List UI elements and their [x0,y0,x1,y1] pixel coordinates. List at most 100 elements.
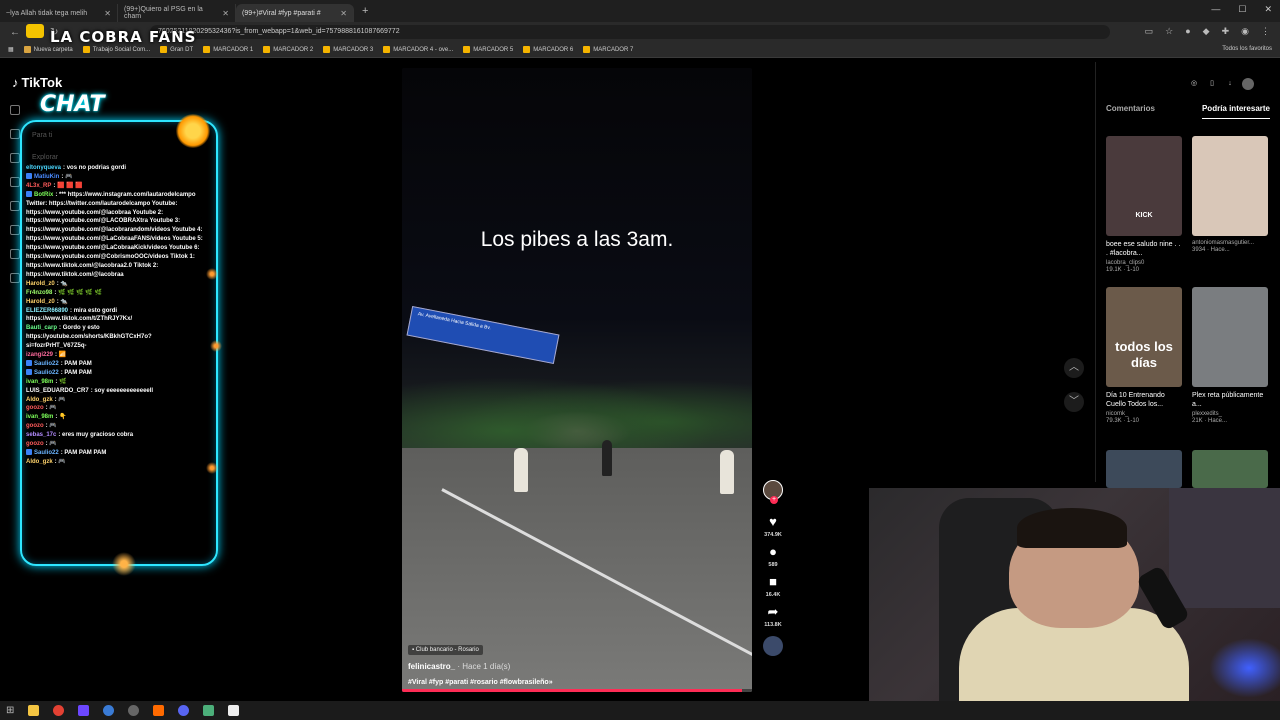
chat-username[interactable]: Fr4nzo98 [26,290,52,296]
tab-comments[interactable]: Comentarios [1106,104,1155,119]
bookmark-item[interactable]: MARCADOR 3 [323,46,373,53]
chat-username[interactable]: LUIS_EDUARDO_CR7 [26,388,89,394]
bookmark-item[interactable]: MARCADOR 1 [203,46,253,53]
video-progress-bar[interactable] [402,689,752,692]
bookmark-item[interactable]: MARCADOR 5 [463,46,513,53]
video-thumbnail[interactable] [1192,287,1268,387]
home-icon[interactable] [10,129,20,139]
comment-button[interactable]: ● 589 [768,544,777,568]
bookmark-item[interactable]: MARCADOR 2 [263,46,313,53]
app-icon[interactable] [153,705,165,716]
chat-username[interactable]: izangi229 [26,352,53,358]
download-icon[interactable]: ↓ [1224,78,1236,90]
profile-icon[interactable] [10,273,20,283]
friends-icon[interactable] [10,201,20,211]
tab-recommended[interactable]: Podría interesarte [1201,104,1270,119]
extension-icon[interactable]: ◆ [1203,26,1210,37]
save-button[interactable]: ■ 16.4K [766,574,781,598]
chat-username[interactable]: goozo [26,405,44,411]
all-bookmarks-link[interactable]: Todos los favoritos [1222,46,1272,52]
chat-username[interactable]: Harold_z0 [26,299,55,305]
chat-username[interactable]: Saulio22 [34,370,59,376]
recommended-card[interactable]: Plex reta públicamente a... plexxedits_ 21… [1192,287,1268,424]
browser-tab[interactable]: ~lya Allah tidak tega melih ✕ [0,4,118,22]
video-author[interactable]: felinicastro_ · Hace 1 día(s) [408,662,748,671]
star-icon[interactable]: ☆ [1165,26,1173,37]
bookmark-item[interactable]: MARCADOR 4 - ove... [383,46,453,53]
profile-icon[interactable]: ◉ [1241,26,1249,37]
chevron-up-icon[interactable]: ︿ [1064,358,1084,378]
messages-icon[interactable] [10,249,20,259]
chat-username[interactable]: eltonyqueva [26,165,61,171]
menu-icon[interactable]: ⋮ [1261,26,1270,37]
recommended-card[interactable]: KICK boee ese saludo nine . . . #lacobra.… [1106,136,1182,273]
compass-icon[interactable]: ◎ [1188,78,1200,90]
chevron-down-icon[interactable]: ﹀ [1064,392,1084,412]
minimize-icon[interactable]: — [1211,4,1220,15]
apps-icon[interactable]: ▦ [8,46,14,53]
browser-tab[interactable]: (99+)Quiero al PSG en la cham ✕ [118,4,236,22]
bookmark-item[interactable]: MARCADOR 6 [523,46,573,53]
location-tag[interactable]: ▪ Club bancario - Rosario [408,645,483,655]
chrome-icon[interactable] [53,705,65,716]
app-icon[interactable] [203,705,215,716]
video-thumbnail[interactable]: todos los días [1106,287,1182,387]
chat-username[interactable]: Aldo_gzk [26,459,53,465]
close-window-icon[interactable]: ✕ [1264,4,1272,15]
browser-tab-active[interactable]: (99+)#Viral #fyp #parati # ✕ [236,4,354,22]
chat-username[interactable]: MatiuKin [34,174,59,180]
card-author[interactable]: nicomk_ [1106,411,1182,417]
like-button[interactable]: ♥ 374.9K [764,514,782,538]
video-hashtags[interactable]: #Viral #fyp #parati #rosario #flowbrasil… [408,679,748,686]
file-explorer-icon[interactable] [28,705,40,716]
app-icon[interactable] [78,705,90,716]
video-player[interactable]: Los pibes a las 3am. Av. Avellaneda Haci… [402,68,752,692]
bookmark-item[interactable]: Gran DT [160,46,193,53]
explore-icon[interactable] [10,153,20,163]
chat-username[interactable]: Saulio22 [34,361,59,367]
chat-username[interactable]: Bauti_carp [26,325,57,331]
chat-username[interactable]: Aldo_gzk [26,397,53,403]
video-thumbnail[interactable] [1106,450,1182,488]
video-thumbnail[interactable] [1192,136,1268,236]
creator-avatar[interactable]: + [763,480,783,504]
close-icon[interactable]: ✕ [222,9,229,18]
app-icon[interactable] [103,705,115,716]
tiktok-logo[interactable]: ♪ TikTok [12,75,62,90]
chat-username[interactable]: ivan_98m [26,379,53,385]
chat-username[interactable]: goozo [26,441,44,447]
chat-username[interactable]: Saulio22 [34,450,59,456]
chat-username[interactable]: Harold_z0 [26,281,55,287]
share-button[interactable]: ➦ 113.8K [764,604,781,628]
chat-username[interactable]: 4L3x_RP [26,183,51,189]
recommended-card[interactable]: antoniomasmasgutier... 3934 · Hace... [1192,136,1268,273]
maximize-icon[interactable]: ☐ [1238,4,1246,15]
extension-icon[interactable]: ● [1185,26,1190,37]
video-thumbnail[interactable] [1192,450,1268,488]
puzzle-icon[interactable]: ✚ [1222,26,1230,37]
windows-start-icon[interactable]: ⊞ [6,705,14,716]
phone-icon[interactable]: ▯ [1206,78,1218,90]
close-icon[interactable]: ✕ [104,9,111,18]
chat-username[interactable]: ELIEZER66890 [26,308,68,314]
card-author[interactable]: antoniomasmasgutier... [1192,240,1268,246]
follow-plus-icon[interactable]: + [770,496,778,504]
cast-icon[interactable]: ▭ [1145,26,1154,37]
discord-icon[interactable] [178,705,190,716]
chat-username[interactable]: sebas_17c [26,432,56,438]
avatar[interactable] [1242,78,1254,90]
chat-username[interactable]: ivan_98m [26,414,53,420]
following-icon[interactable] [10,177,20,187]
card-author[interactable]: plexxedits_ [1192,411,1268,417]
card-author[interactable]: lacobra_clips0 [1106,260,1182,266]
music-disc-icon[interactable] [763,636,783,656]
video-thumbnail[interactable]: KICK [1106,136,1182,236]
back-icon[interactable]: ← [10,27,20,38]
obs-icon[interactable] [128,705,140,716]
chat-username[interactable]: BotRix [34,192,53,198]
chat-username[interactable]: goozo [26,423,44,429]
bookmark-item[interactable]: MARCADOR 7 [583,46,633,53]
url-input[interactable]: 7602521182029532436?is_from_webapp=1&web… [150,25,1110,39]
close-icon[interactable]: ✕ [340,9,347,18]
bookmark-item[interactable]: Nueva carpeta [23,46,73,53]
